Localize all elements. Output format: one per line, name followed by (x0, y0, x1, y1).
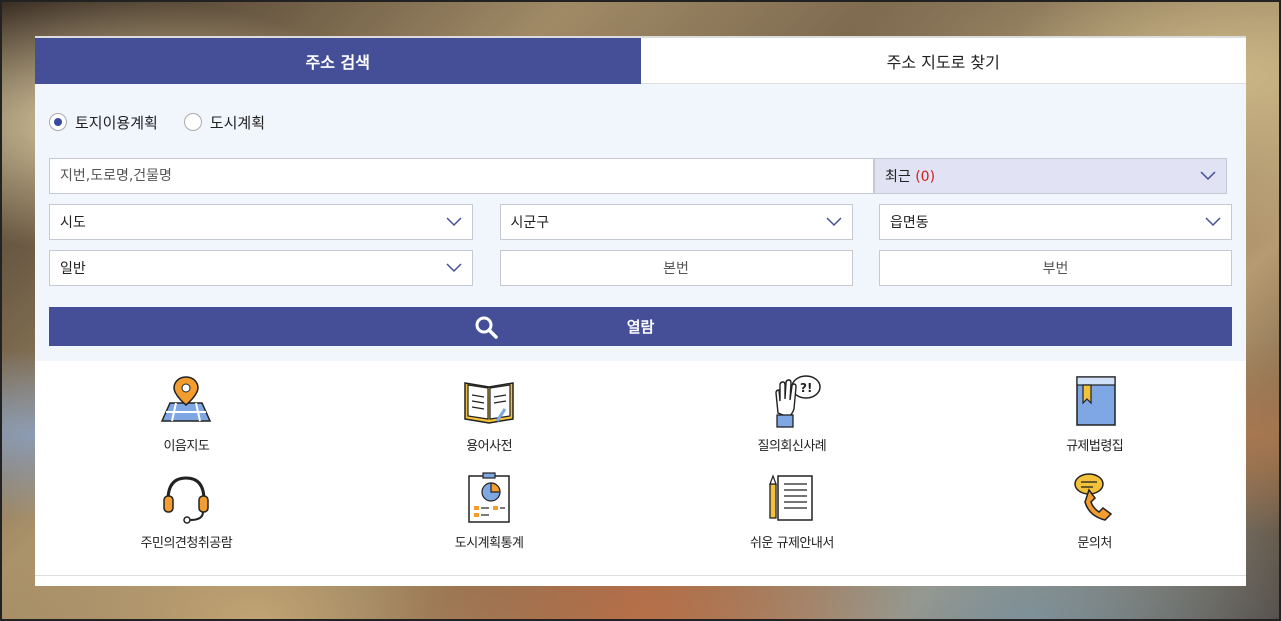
shortcut-glossary[interactable]: 용어사전 (338, 373, 641, 470)
headset-icon (163, 476, 210, 524)
shortcut-public-hearing[interactable]: 주민의견청취공람 (35, 470, 338, 567)
recent-count: (0) (915, 169, 936, 185)
sub-lot-input[interactable]: 부번 (879, 250, 1232, 286)
search-icon (475, 316, 498, 339)
shortcut-qna-cases[interactable]: ?! 질의회신사례 (641, 373, 944, 470)
sido-value: 시도 (60, 215, 86, 231)
tab-bar: 주소 검색 주소 지도로 찾기 (35, 36, 1246, 84)
search-panel: 주소 검색 주소 지도로 찾기 토지이용계획 도시계획 최근 (0) (35, 36, 1246, 586)
recent-dropdown[interactable]: 최근 (0) (874, 158, 1227, 194)
shortcut-label: 쉬운 규제안내서 (749, 536, 834, 551)
tab-address-search[interactable]: 주소 검색 (35, 38, 641, 84)
eupmyeondong-value: 읍면동 (890, 215, 929, 231)
address-search-input[interactable] (49, 158, 874, 194)
shortcut-contact[interactable]: 문의처 (943, 470, 1246, 567)
sigungu-value: 시군구 (510, 215, 550, 231)
shortcut-eum-map[interactable]: 이음지도 (35, 373, 338, 470)
main-lot-input[interactable]: 본번 (499, 250, 853, 286)
chevron-down-icon (1205, 217, 1221, 227)
search-form: 토지이용계획 도시계획 최근 (0) 시도 시군구 (35, 84, 1246, 361)
radio-urban-plan[interactable]: 도시계획 (183, 112, 266, 133)
recent-label: 최근 (885, 169, 911, 185)
lot-type-select[interactable]: 일반 (49, 250, 473, 286)
chevron-down-icon (1200, 171, 1216, 181)
sigungu-select[interactable]: 시군구 (499, 204, 853, 240)
pie-chart-board-icon (468, 472, 510, 523)
tab-map-search[interactable]: 주소 지도로 찾기 (640, 38, 1246, 84)
chevron-down-icon (446, 217, 462, 227)
region-row: 시도 시군구 읍면동 (49, 204, 1232, 240)
shortcut-label: 용어사전 (466, 439, 513, 454)
shortcut-label: 주민의견청취공람 (140, 536, 233, 551)
shortcut-label: 도시계획통계 (454, 536, 524, 551)
sido-select[interactable]: 시도 (49, 204, 473, 240)
shortcut-easy-regulation-guide[interactable]: 쉬운 규제안내서 (641, 470, 944, 567)
panel-divider (35, 575, 1246, 576)
radio-unchecked-icon[interactable] (183, 113, 202, 131)
map-pin-icon (161, 376, 212, 422)
recent-label-wrap: 최근 (0) (885, 166, 935, 186)
plan-type-radios: 토지이용계획 도시계획 (49, 84, 1232, 158)
document-pencil-icon (769, 474, 813, 521)
shortcut-urban-stats[interactable]: 도시계획통계 (338, 470, 641, 567)
phone-chat-icon (1073, 473, 1112, 521)
eupmyeondong-select[interactable]: 읍면동 (879, 204, 1232, 240)
address-row: 최근 (0) (49, 158, 1232, 194)
shortcut-grid: 이음지도 용어사전 ?! 질의회신사례 규제법령집 주민의견청취공람 도시계획통… (35, 361, 1246, 567)
shortcut-label: 규제법령집 (1065, 439, 1124, 454)
radio-label: 토지이용계획 (75, 113, 158, 132)
shortcut-label: 이음지도 (163, 439, 210, 454)
open-book-icon (464, 382, 514, 424)
law-book-icon (1075, 376, 1116, 426)
view-button[interactable]: 열람 (49, 307, 1232, 346)
shortcut-regulation-laws[interactable]: 규제법령집 (943, 373, 1246, 470)
lot-row: 일반 본번 부번 (49, 250, 1232, 286)
svg-text:?!: ?! (800, 381, 812, 395)
chevron-down-icon (825, 217, 842, 227)
raised-hand-question-icon: ?! (775, 375, 821, 428)
shortcut-label: 문의처 (1077, 536, 1112, 551)
radio-checked-icon[interactable] (49, 113, 67, 131)
radio-land-use-plan[interactable]: 토지이용계획 (49, 112, 158, 133)
radio-label: 도시계획 (209, 113, 266, 132)
lot-type-value: 일반 (60, 261, 86, 277)
view-button-label: 열람 (626, 318, 655, 336)
shortcut-label: 질의회신사례 (757, 439, 827, 454)
chevron-down-icon (446, 263, 462, 273)
